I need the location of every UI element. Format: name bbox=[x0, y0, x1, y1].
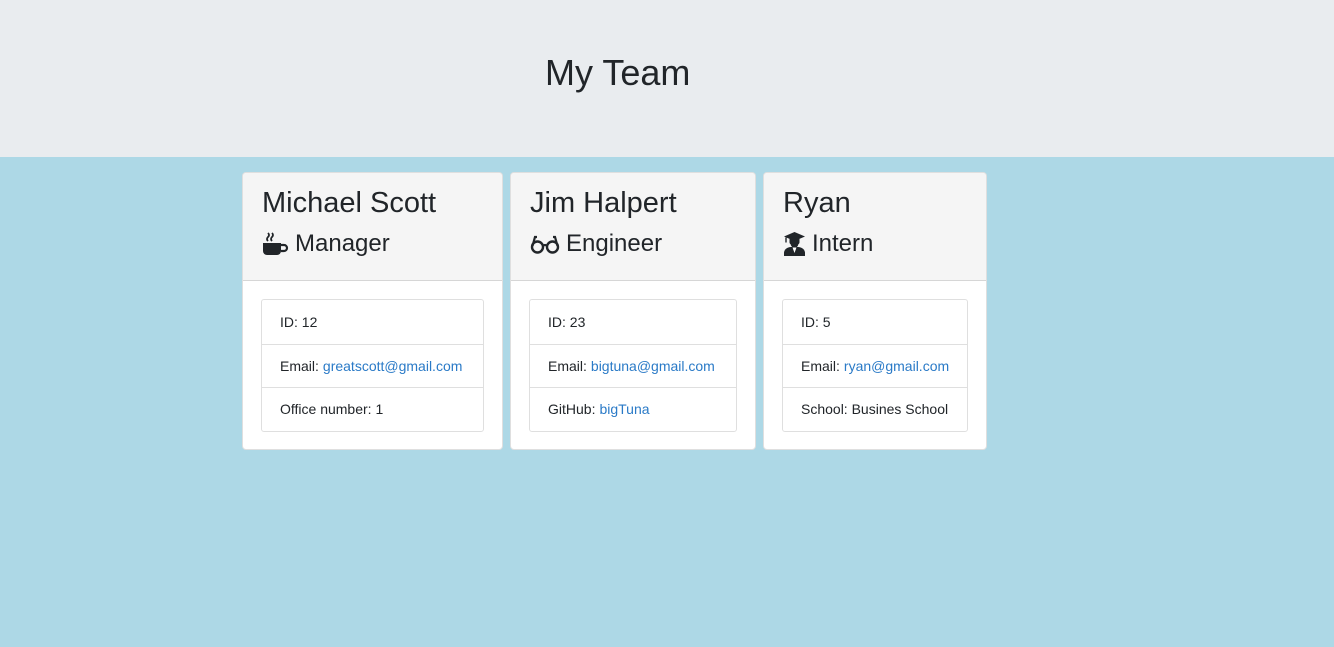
email-label: Email: bbox=[280, 357, 319, 374]
employee-id: ID: 5 bbox=[801, 313, 831, 330]
employee-email-row: Email: greatscott@gmail.com bbox=[262, 343, 483, 388]
employee-info-list: ID: 12 Email: greatscott@gmail.com Offic… bbox=[261, 299, 484, 432]
employee-info-list: ID: 5 Email: ryan@gmail.com School: Busi… bbox=[782, 299, 968, 432]
school: School: Busines School bbox=[783, 387, 967, 431]
employee-name: Jim Halpert bbox=[530, 187, 677, 219]
mug-icon bbox=[262, 231, 289, 257]
office-number: Office number: 1 bbox=[262, 387, 483, 431]
employee-email-row: Email: bigtuna@gmail.com bbox=[530, 343, 736, 388]
email-link[interactable]: greatscott@gmail.com bbox=[323, 358, 462, 374]
employee-role-label: Manager bbox=[295, 230, 390, 257]
card-header: Ryan Intern bbox=[764, 173, 986, 281]
page-title: My Team bbox=[545, 52, 691, 93]
employee-role: Manager bbox=[262, 228, 390, 260]
page-header: My Team bbox=[0, 0, 1334, 157]
email-label: Email: bbox=[801, 357, 840, 374]
employee-role: Engineer bbox=[530, 228, 662, 260]
github-row: GitHub: bigTuna bbox=[530, 387, 736, 431]
employee-role: Intern bbox=[783, 228, 873, 260]
card-header: Michael Scott Manager bbox=[243, 173, 502, 281]
employee-name: Michael Scott bbox=[262, 187, 437, 219]
employee-id: ID: 23 bbox=[548, 313, 586, 330]
email-link[interactable]: ryan@gmail.com bbox=[844, 358, 949, 374]
employee-email-row: Email: ryan@gmail.com bbox=[783, 343, 967, 388]
employee-card-engineer: Jim Halpert Engineer ID: 23 Email: bigtu… bbox=[510, 172, 756, 450]
employee-card-manager: Michael Scott Manager ID: 12 Email: grea… bbox=[242, 172, 503, 450]
employee-name: Ryan bbox=[783, 187, 851, 219]
email-label: Email: bbox=[548, 357, 587, 374]
employee-role-label: Engineer bbox=[566, 230, 663, 257]
github-label: GitHub: bbox=[548, 401, 596, 418]
email-link[interactable]: bigtuna@gmail.com bbox=[591, 358, 715, 374]
employee-id: ID: 12 bbox=[280, 313, 318, 330]
graduate-icon bbox=[783, 231, 806, 257]
employee-info-list: ID: 23 Email: bigtuna@gmail.com GitHub: … bbox=[529, 299, 737, 432]
employee-card-intern: Ryan Intern ID: 5 Email: ryan@gmail.com … bbox=[763, 172, 987, 450]
employee-role-label: Intern bbox=[812, 230, 874, 257]
github-link[interactable]: bigTuna bbox=[599, 401, 649, 417]
card-header: Jim Halpert Engineer bbox=[511, 173, 755, 281]
glasses-icon bbox=[530, 231, 560, 257]
